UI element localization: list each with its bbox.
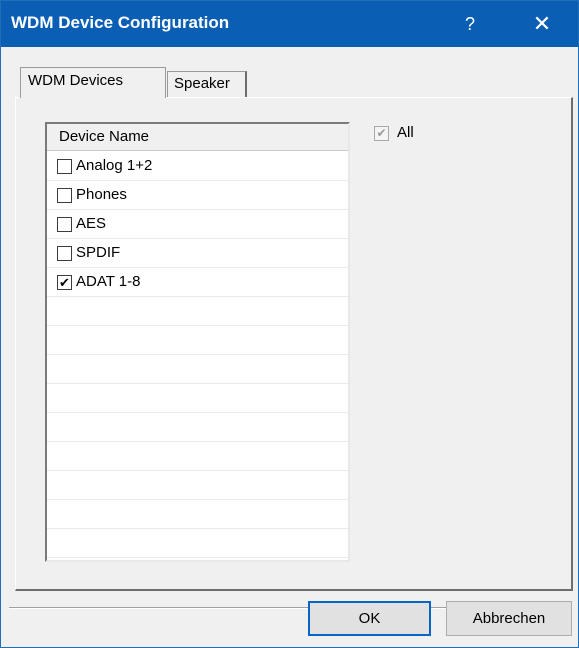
- device-label: AES: [76, 215, 107, 232]
- device-row-aes[interactable]: AES: [47, 210, 348, 239]
- empty-row: [47, 326, 348, 355]
- all-checkbox[interactable]: ✔: [374, 126, 389, 141]
- device-row-phones[interactable]: Phones: [47, 181, 348, 210]
- device-list[interactable]: Device Name Analog 1+2 Phones AES SPDIF …: [45, 122, 350, 562]
- window-title: WDM Device Configuration: [11, 13, 230, 32]
- title-bar: WDM Device Configuration ? ✕: [1, 1, 578, 47]
- device-row-spdif[interactable]: SPDIF: [47, 239, 348, 268]
- empty-row: [47, 384, 348, 413]
- dialog-window: WDM Device Configuration ? ✕ WDM Devices…: [0, 0, 579, 648]
- device-checkbox[interactable]: [57, 246, 72, 261]
- device-label: SPDIF: [76, 244, 121, 261]
- device-label: Analog 1+2: [76, 157, 153, 174]
- cancel-button[interactable]: Abbrechen: [446, 601, 572, 636]
- device-row-analog-1-2[interactable]: Analog 1+2: [47, 152, 348, 181]
- device-checkbox[interactable]: [57, 159, 72, 174]
- empty-row: [47, 442, 348, 471]
- tab-label: WDM Devices: [28, 72, 124, 89]
- tab-label: Speaker: [174, 75, 230, 92]
- device-label: Phones: [76, 186, 127, 203]
- column-header-label: Device Name: [59, 128, 150, 145]
- empty-row: [47, 500, 348, 529]
- column-header-device-name[interactable]: Device Name: [47, 124, 350, 151]
- column-divider[interactable]: [349, 124, 350, 151]
- empty-row: [47, 529, 348, 558]
- empty-row: [47, 413, 348, 442]
- tab-wdm-devices[interactable]: WDM Devices: [20, 67, 166, 98]
- device-checkbox[interactable]: [57, 188, 72, 203]
- help-button[interactable]: ?: [445, 9, 495, 39]
- device-row-adat-1-8[interactable]: ✔ ADAT 1-8: [47, 268, 348, 297]
- empty-row: [47, 355, 348, 384]
- ok-button[interactable]: OK: [308, 601, 431, 636]
- device-checkbox[interactable]: ✔: [57, 275, 72, 290]
- all-label: All: [397, 124, 414, 141]
- empty-row: [47, 471, 348, 500]
- device-checkbox[interactable]: [57, 217, 72, 232]
- close-button[interactable]: ✕: [517, 9, 567, 39]
- tab-speaker[interactable]: Speaker: [167, 71, 247, 97]
- device-label: ADAT 1-8: [76, 273, 141, 290]
- empty-row: [47, 297, 348, 326]
